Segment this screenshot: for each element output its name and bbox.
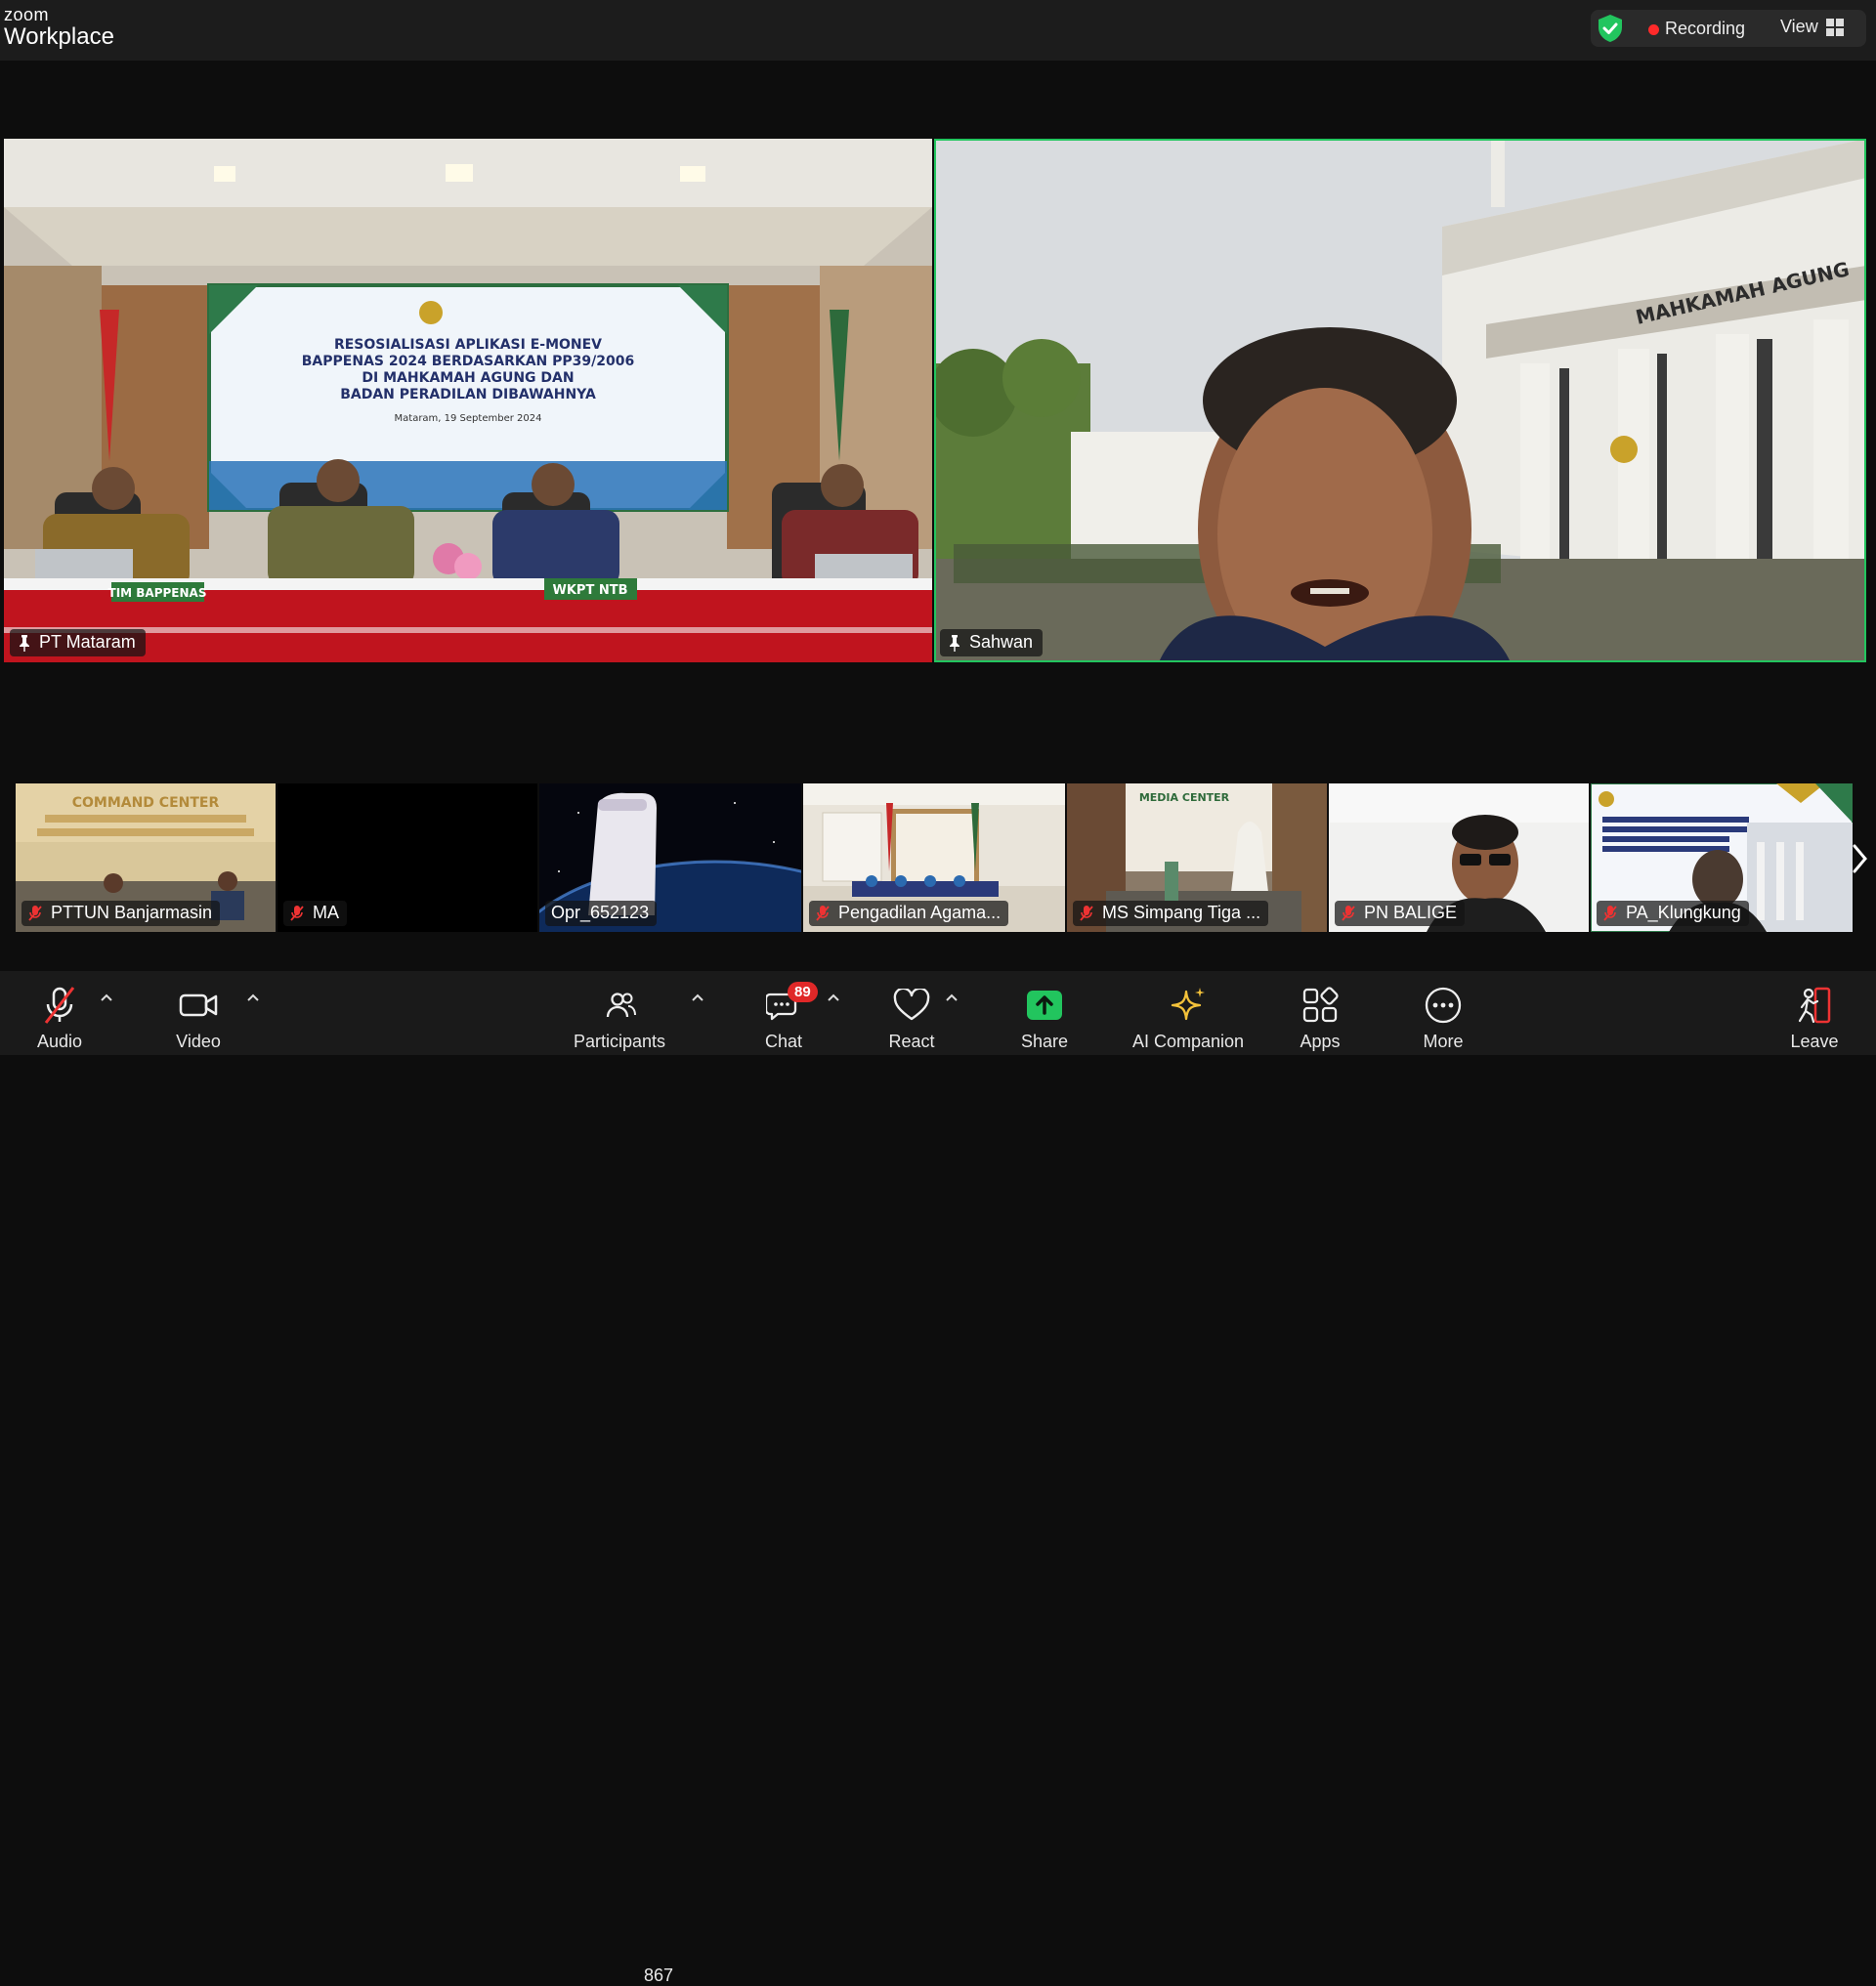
apps-label: Apps [1300,1032,1341,1051]
more-label: More [1423,1032,1464,1051]
participant-name-tag: Opr_652123 [545,901,658,926]
participant-name-tag: Sahwan [940,629,1044,656]
top-bar: zoom Workplace Recording View [0,0,1876,61]
shield-check-icon[interactable] [1597,14,1624,43]
participant-name: Opr_652123 [551,903,650,922]
grid-icon [1825,18,1844,36]
participant-name-tag: MA [283,901,347,926]
video-tile-sahwan[interactable]: MAHKAMAH AGUNG Sahwan [934,139,1866,662]
video-button[interactable]: Video [168,971,229,1055]
muted-mic-icon [290,905,304,921]
pin-icon [950,634,959,652]
conference-room-video: RESOSIALISASI APLIKASI E-MONEV BAPPENAS … [4,139,932,662]
participant-name: Pengadilan Agama... [838,903,1002,922]
leave-button[interactable]: Leave [1784,971,1845,1055]
participant-name: MA [313,903,339,922]
video-camera-icon [179,993,218,1017]
participants-icon [606,993,636,1018]
participant-name-tag: PTTUN Banjarmasin [21,901,221,926]
muted-mic-icon [1603,905,1617,921]
logo-top-text: zoom [4,5,50,24]
apps-icon [1302,987,1339,1023]
share-screen-icon [1027,991,1062,1020]
muted-mic-icon [1342,905,1355,921]
chat-label: Chat [764,1032,803,1051]
view-button[interactable]: View [1780,17,1844,37]
banner-line-2: BAPPENAS 2024 BERDASARKAN PP39/2006 [302,354,634,369]
participants-label: Participants [573,1032,666,1051]
leave-label: Leave [1790,1032,1839,1051]
muted-mic-icon [1080,905,1093,921]
participant-name-tag: Pengadilan Agama... [809,901,1009,926]
audio-options-chevron-up-icon[interactable] [100,993,113,1002]
thumbnail-pttun-banjarmasin[interactable]: COMMAND CENTER PTTUN Banjarmasin [16,783,276,932]
participant-name-tag: PA_Klungkung [1597,901,1749,926]
muted-mic-icon [816,905,830,921]
meeting-toolbar: Audio Video Participants 867 Chat React … [0,971,1876,1985]
thumbnail-ms-simpang-tiga[interactable]: MEDIA CENTER MS Simpang Tiga ... [1067,783,1327,932]
participant-name: PN BALIGE [1364,903,1458,922]
pin-icon [20,634,29,652]
video-label: Video [176,1032,221,1051]
logo-bottom-text: Workplace [4,23,114,50]
room-sign: COMMAND CENTER [72,795,220,811]
participants-button[interactable]: Participants [567,971,672,1055]
ai-companion-label: AI Companion [1131,1032,1245,1051]
participant-name: MS Simpang Tiga ... [1102,903,1261,922]
recording-dot-icon [1648,24,1659,35]
react-label: React [888,1032,935,1051]
participants-options-chevron-up-icon[interactable] [691,993,704,1002]
participant-name-tag: PN BALIGE [1335,901,1466,926]
thumbnail-ma[interactable]: MA [277,783,537,932]
more-button[interactable]: More [1413,971,1473,1055]
ai-companion-button[interactable]: AI Companion [1126,971,1251,1055]
nameplate-1: TIM BAPPENAS [108,586,207,600]
sparkle-icon [1171,988,1205,1021]
participant-name: Sahwan [969,632,1034,652]
thumbnail-pengadilan-agama[interactable]: Pengadilan Agama... [803,783,1065,932]
banner-line-3: DI MAHKAMAH AGUNG DAN [362,370,574,386]
nameplate-2: WKPT NTB [553,583,628,598]
zoom-logo: zoom Workplace [4,6,114,49]
thumbnail-opr-652123[interactable]: Opr_652123 [539,783,801,932]
thumbnail-pn-balige[interactable]: PN BALIGE [1329,783,1589,932]
react-options-chevron-up-icon[interactable] [945,993,959,1002]
audio-label: Audio [36,1032,83,1051]
participant-name-tag: MS Simpang Tiga ... [1073,901,1269,926]
speaker-video: MAHKAMAH AGUNG [934,139,1866,662]
participants-count: 867 [644,1965,674,1985]
view-label: View [1780,17,1818,36]
banner-date: Mataram, 19 September 2024 [395,413,542,424]
banner-line-4: BADAN PERADILAN DIBAWAHNYA [340,387,596,402]
muted-mic-icon [28,905,42,921]
chat-options-chevron-up-icon[interactable] [827,993,840,1002]
participant-name: PT Mataram [39,632,136,652]
thumbnail-pa-klungkung[interactable]: PA_Klungkung [1591,783,1853,932]
recording-label[interactable]: Recording [1665,19,1745,39]
more-icon [1425,987,1462,1024]
share-button[interactable]: Share [1014,971,1075,1055]
audio-button[interactable]: Audio [29,971,90,1055]
chat-unread-badge: 89 [788,982,818,1002]
participant-name: PTTUN Banjarmasin [51,903,213,922]
leave-meeting-icon [1798,987,1831,1024]
chevron-right-icon[interactable] [1849,842,1870,875]
share-label: Share [1020,1032,1069,1051]
video-tile-pt-mataram[interactable]: RESOSIALISASI APLIKASI E-MONEV BAPPENAS … [4,139,932,662]
room-sign: MEDIA CENTER [1139,791,1230,804]
muted-mic-icon [44,987,75,1024]
participant-name-tag: PT Mataram [10,629,146,656]
apps-button[interactable]: Apps [1290,971,1350,1055]
video-options-chevron-up-icon[interactable] [246,993,260,1002]
react-button[interactable]: React [881,971,942,1055]
banner-line-1: RESOSIALISASI APLIKASI E-MONEV [334,337,602,353]
heart-icon [893,989,930,1021]
participant-name: PA_Klungkung [1626,903,1741,922]
